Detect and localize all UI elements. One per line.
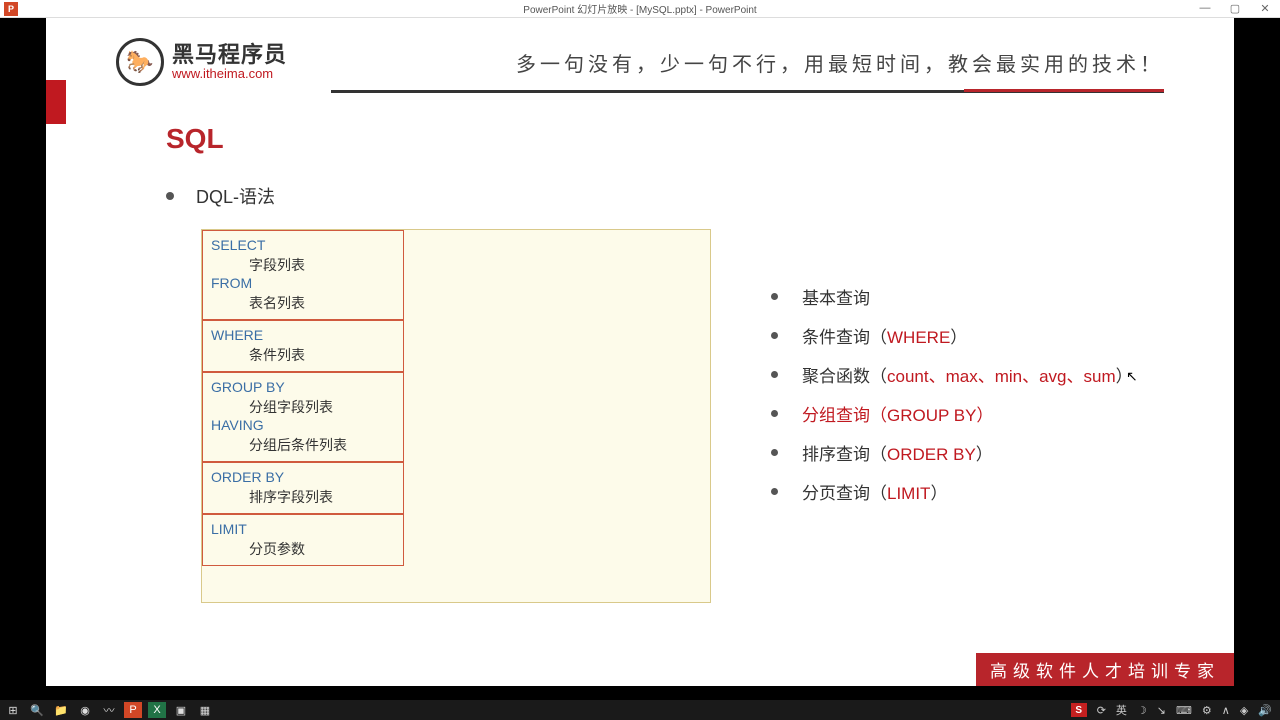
edge-icon[interactable]: 〰 <box>100 702 118 718</box>
bullet-icon <box>771 488 778 495</box>
list-item: 排序查询（ORDER BY） <box>771 440 1133 465</box>
syntax-box: LIMIT 分页参数 <box>202 514 404 566</box>
sub-heading: DQL-语法 <box>166 183 1234 209</box>
powerpoint-icon[interactable]: P <box>124 702 142 718</box>
sql-keyword: HAVING <box>211 417 395 433</box>
content-row: SELECT 字段列表FROM 表名列表 WHERE 条件列表 GROUP BY 分组字段列… <box>46 229 1234 603</box>
slideshow-area: 🐎 黑马程序员 www.itheima.com 多一句没有，少一句不行，用最短时… <box>0 18 1280 700</box>
list-item: 分组查询（GROUP BY） <box>771 401 1133 426</box>
list-item: 基本查询 <box>771 284 1133 309</box>
sql-keyword-desc: 分组后条件列表 <box>249 435 395 455</box>
moon-icon[interactable]: ☽ <box>1137 704 1147 717</box>
tagline: 多一句没有，少一句不行，用最短时间，教会最实用的技术！ <box>516 48 1164 77</box>
network-icon[interactable]: ◈ <box>1240 704 1248 717</box>
red-accent-tab <box>46 80 66 124</box>
app-icon-generic[interactable]: ▦ <box>196 702 214 718</box>
syntax-box: GROUP BY 分组字段列表HAVING 分组后条件列表 <box>202 372 404 462</box>
list-item-text: 基本查询 <box>802 284 870 309</box>
ide-icon[interactable]: ▣ <box>172 702 190 718</box>
logo: 🐎 黑马程序员 www.itheima.com <box>116 38 287 86</box>
slide: 🐎 黑马程序员 www.itheima.com 多一句没有，少一句不行，用最短时… <box>46 18 1234 686</box>
sub-heading-text: DQL-语法 <box>196 183 275 209</box>
search-button[interactable]: 🔍 <box>28 702 46 718</box>
bullet-icon <box>771 293 778 300</box>
excel-icon[interactable]: X <box>148 702 166 718</box>
sql-keyword-desc: 条件列表 <box>249 345 395 365</box>
sogou-ime-icon[interactable]: S <box>1071 703 1087 717</box>
close-button[interactable]: ✕ <box>1250 2 1280 15</box>
sql-keyword: WHERE <box>211 327 395 343</box>
sql-keyword: GROUP BY <box>211 379 395 395</box>
system-tray: S ⟳ 英 ☽ ↘ ⌨ ⚙ ∧ ◈ 🔊 <box>1071 702 1280 718</box>
sql-keyword-desc: 分组字段列表 <box>249 397 395 417</box>
start-button[interactable]: ⊞ <box>4 702 22 718</box>
gear-icon[interactable]: ⚙ <box>1202 704 1212 717</box>
bullet-icon <box>166 192 174 200</box>
window-title: PowerPoint 幻灯片放映 - [MySQL.pptx] - PowerP… <box>523 1 756 16</box>
ime-lang[interactable]: 英 <box>1116 702 1127 718</box>
list-item-text: 分页查询（LIMIT） <box>802 479 947 504</box>
bullet-icon <box>771 410 778 417</box>
logo-url: www.itheima.com <box>172 67 287 81</box>
chrome-icon[interactable]: ◉ <box>76 702 94 718</box>
bullet-icon <box>771 449 778 456</box>
sql-keyword: FROM <box>211 275 395 291</box>
minimize-button[interactable]: — <box>1190 2 1220 15</box>
syntax-box: WHERE 条件列表 <box>202 320 404 372</box>
arrow-icon[interactable]: ↘ <box>1157 704 1166 717</box>
slide-header: 🐎 黑马程序员 www.itheima.com 多一句没有，少一句不行，用最短时… <box>46 18 1234 86</box>
syntax-column: SELECT 字段列表FROM 表名列表 WHERE 条件列表 GROUP BY 分组字段列… <box>202 230 404 566</box>
list-item-text: 分组查询（GROUP BY） <box>802 401 993 426</box>
browser-tray-icon[interactable]: ⟳ <box>1097 704 1106 717</box>
window-controls: — ▢ ✕ <box>1190 2 1280 15</box>
syntax-box: SELECT 字段列表FROM 表名列表 <box>202 230 404 320</box>
list-item: 分页查询（LIMIT） <box>771 479 1133 504</box>
sql-keyword-desc: 表名列表 <box>249 293 395 313</box>
list-item: 条件查询（WHERE） <box>771 323 1133 348</box>
keyboard-icon[interactable]: ⌨ <box>1176 704 1192 717</box>
logo-text-cn: 黑马程序员 <box>172 43 287 67</box>
maximize-button[interactable]: ▢ <box>1220 2 1250 15</box>
explorer-icon[interactable]: 📁 <box>52 702 70 718</box>
list-item-text: 排序查询（ORDER BY） <box>802 440 993 465</box>
list-item-text: 条件查询（WHERE） <box>802 323 967 348</box>
logo-icon: 🐎 <box>116 38 164 86</box>
syntax-box: ORDER BY 排序字段列表 <box>202 462 404 514</box>
list-item-text: 聚合函数（count、max、min、avg、sum） <box>802 362 1133 387</box>
bullet-icon <box>771 371 778 378</box>
titlebar: P PowerPoint 幻灯片放映 - [MySQL.pptx] - Powe… <box>0 0 1280 18</box>
taskbar: ⊞ 🔍 📁 ◉ 〰 P X ▣ ▦ S ⟳ 英 ☽ ↘ ⌨ ⚙ ∧ ◈ 🔊 <box>0 700 1280 720</box>
volume-icon[interactable]: 🔊 <box>1258 704 1272 717</box>
sql-keyword: LIMIT <box>211 521 395 537</box>
tray-chevron-icon[interactable]: ∧ <box>1222 704 1230 717</box>
app-icon: P <box>4 2 18 16</box>
section-title: SQL <box>166 123 1234 155</box>
list-item: 聚合函数（count、max、min、avg、sum） <box>771 362 1133 387</box>
sql-keyword: ORDER BY <box>211 469 395 485</box>
syntax-panel: SELECT 字段列表FROM 表名列表 WHERE 条件列表 GROUP BY 分组字段列… <box>201 229 711 603</box>
footer-banner: 高级软件人才培训专家 <box>976 653 1234 686</box>
taskbar-apps: ⊞ 🔍 📁 ◉ 〰 P X ▣ ▦ <box>0 702 214 718</box>
sql-keyword-desc: 字段列表 <box>249 255 395 275</box>
mouse-cursor-icon: ↖ <box>1126 368 1138 385</box>
sql-keyword: SELECT <box>211 237 395 253</box>
bullet-icon <box>771 332 778 339</box>
header-divider <box>331 90 1164 93</box>
query-type-list: 基本查询条件查询（WHERE） 聚合函数（count、max、min、avg、su… <box>771 284 1133 603</box>
sql-keyword-desc: 分页参数 <box>249 539 395 559</box>
sql-keyword-desc: 排序字段列表 <box>249 487 395 507</box>
